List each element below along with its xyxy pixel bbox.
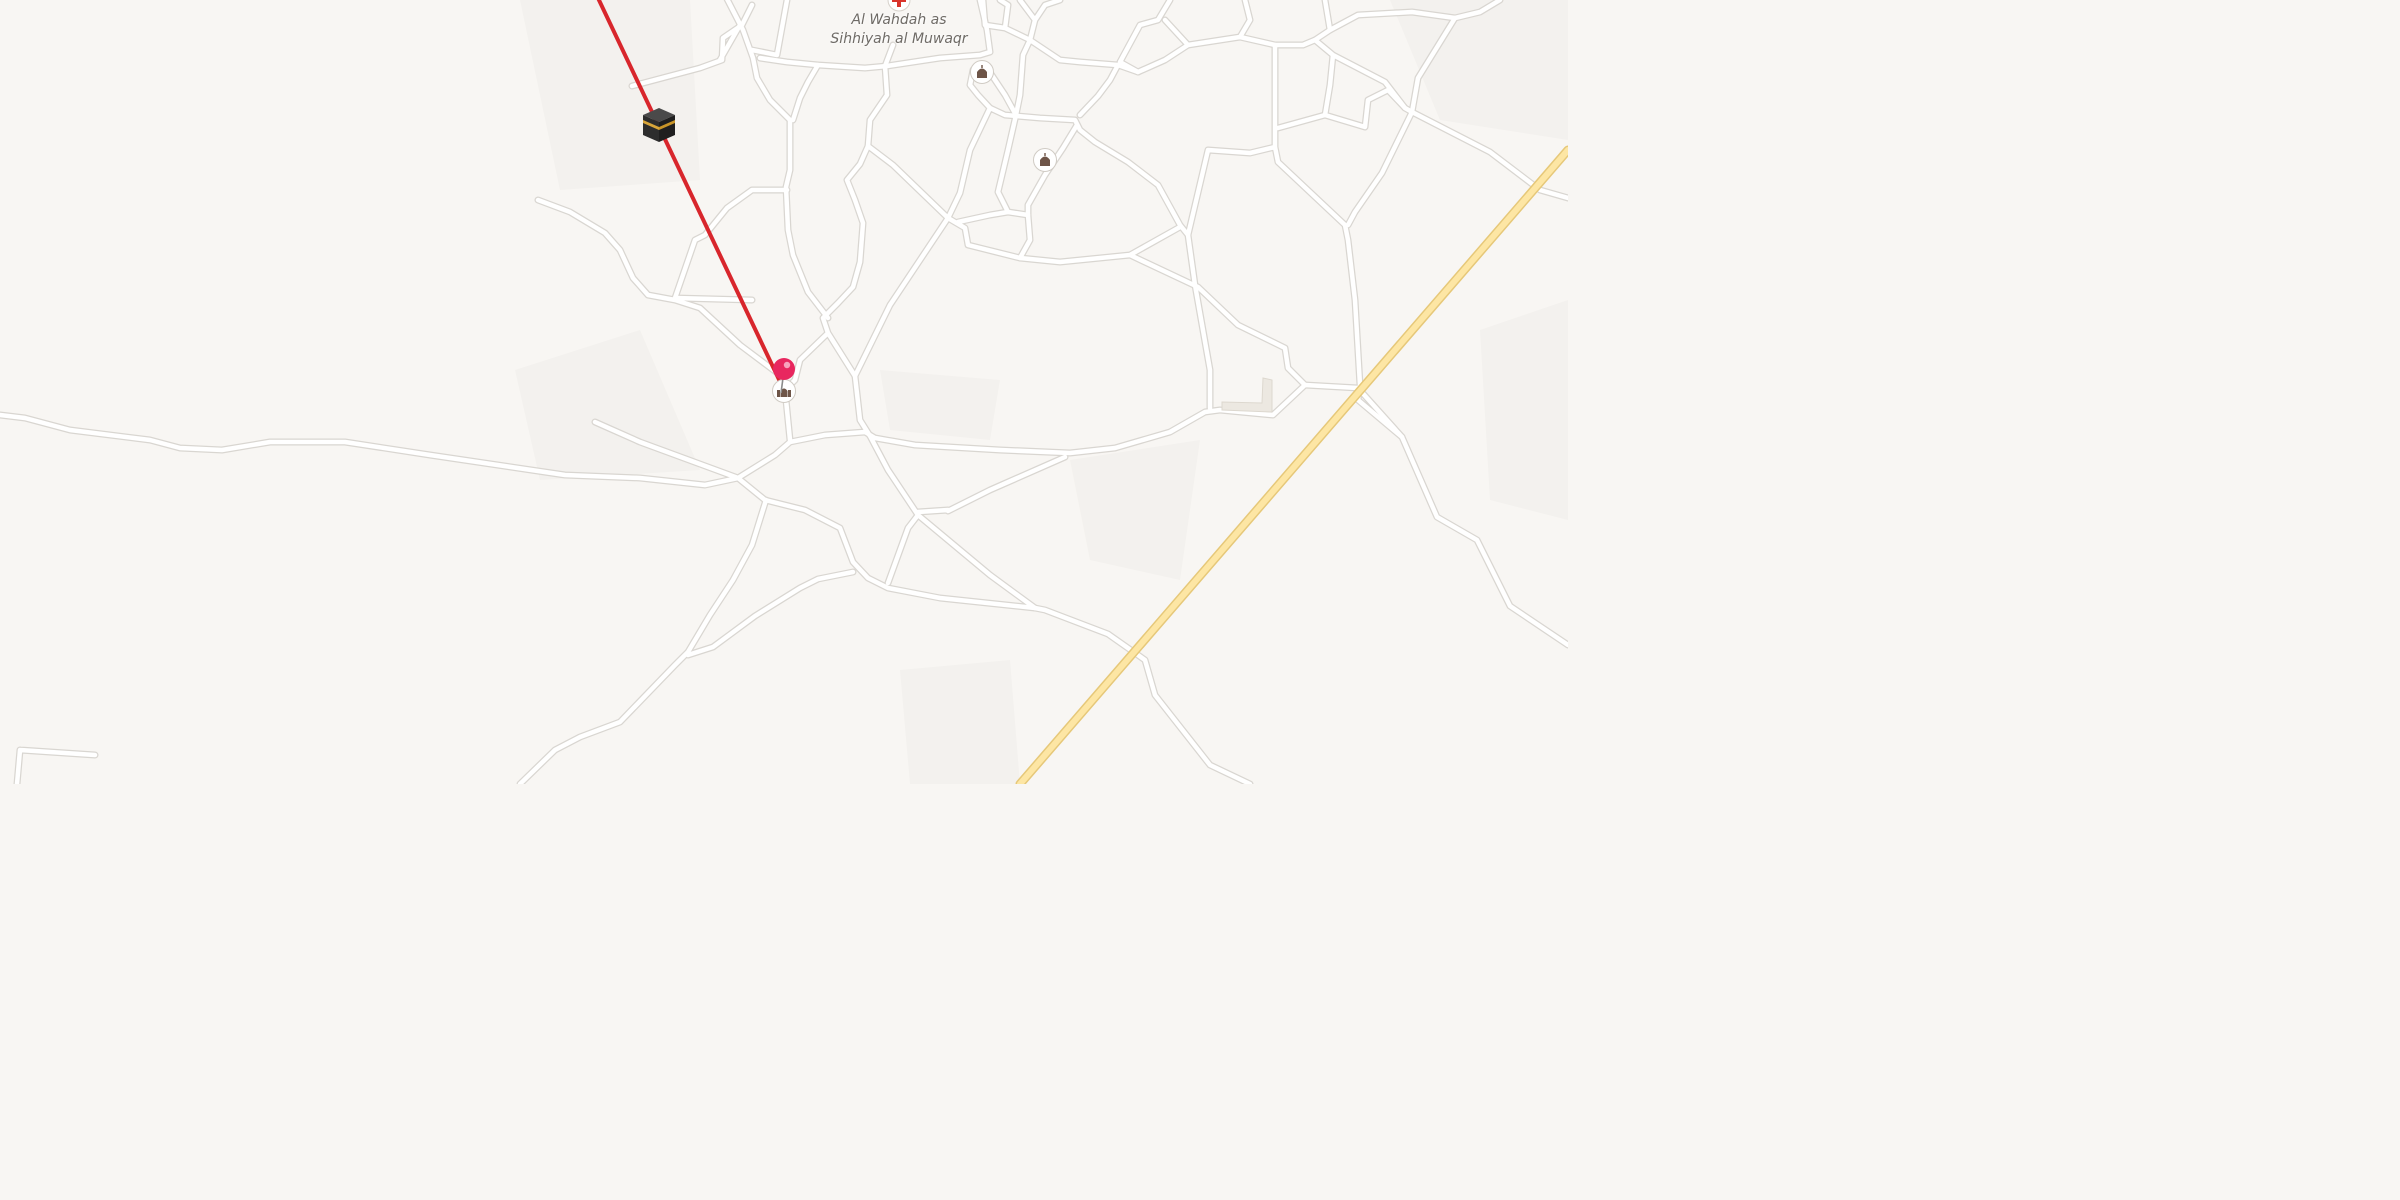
place-label-line-1: Al Wahdah as — [851, 12, 947, 28]
location-pin-icon[interactable] — [770, 356, 798, 394]
building-footprint — [1221, 377, 1273, 413]
mosque-icon[interactable] — [970, 60, 994, 84]
kaaba-icon[interactable] — [640, 106, 678, 144]
place-label-line-2: Sihhiyah al Muwaqr — [830, 31, 968, 47]
place-label: Al Wahdah as Sihhiyah al Muwaqr — [800, 11, 998, 49]
hospital-icon[interactable] — [887, 0, 911, 12]
map-canvas[interactable]: Al Wahdah as Sihhiyah al Muwaqr — [0, 0, 1568, 784]
mosque-icon[interactable] — [1033, 148, 1057, 172]
